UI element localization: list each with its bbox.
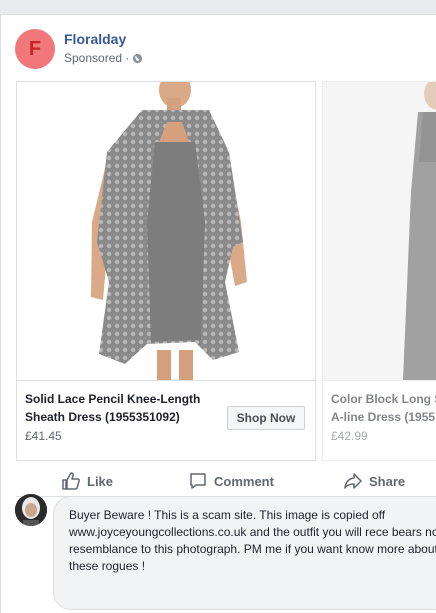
like-label: Like (87, 473, 114, 489)
product-card[interactable]: Solid Lace Pencil Knee-Length Sheath Dre… (16, 81, 316, 461)
post-actions-bar: Like Comment Share (16, 465, 436, 497)
comment-label: Comment (214, 473, 274, 489)
share-label: Share (369, 473, 406, 489)
page-name-link[interactable]: Floralday (64, 31, 126, 47)
product-title[interactable]: Color Block Long S A-line Dress (1955 (331, 390, 436, 426)
product-title-line: A-line Dress (1955 (331, 410, 436, 424)
dress-image (91, 82, 247, 380)
product-info: Solid Lace Pencil Knee-Length Sheath Dre… (17, 380, 315, 460)
shop-now-button[interactable]: Shop Now (227, 406, 305, 430)
dress-image (323, 82, 436, 380)
thumbs-up-icon (62, 472, 80, 490)
sponsored-label: Sponsored · (64, 51, 143, 65)
globe-icon (133, 53, 143, 63)
product-price: £41.45 (25, 429, 62, 443)
commenter-avatar[interactable] (15, 494, 47, 526)
product-card[interactable]: Color Block Long S A-line Dress (1955 £4… (322, 81, 436, 461)
comment-icon (190, 473, 206, 489)
product-title[interactable]: Solid Lace Pencil Knee-Length Sheath Dre… (25, 390, 225, 426)
sponsored-text[interactable]: Sponsored · (64, 51, 129, 65)
product-image[interactable] (17, 82, 315, 380)
comment-bubble: Buyer Beware ! This is a scam site. This… (53, 496, 436, 610)
share-arrow-icon (344, 473, 362, 489)
product-price: £42.99 (331, 429, 368, 443)
commenter-photo (15, 494, 47, 526)
product-title-line: Color Block Long S (331, 392, 436, 406)
comment-text: Buyer Beware ! This is a scam site. This… (69, 508, 436, 573)
page-avatar[interactable]: F (15, 29, 55, 69)
share-button[interactable]: Share (343, 471, 405, 491)
product-image[interactable] (323, 82, 436, 380)
like-button[interactable]: Like (61, 471, 113, 491)
comment-button[interactable]: Comment (188, 471, 274, 491)
product-info: Color Block Long S A-line Dress (1955 £4… (323, 380, 436, 460)
product-carousel[interactable]: Solid Lace Pencil Knee-Length Sheath Dre… (16, 81, 436, 461)
sponsored-post: F Floralday Sponsored · Solid Lace Penci… (0, 14, 436, 613)
